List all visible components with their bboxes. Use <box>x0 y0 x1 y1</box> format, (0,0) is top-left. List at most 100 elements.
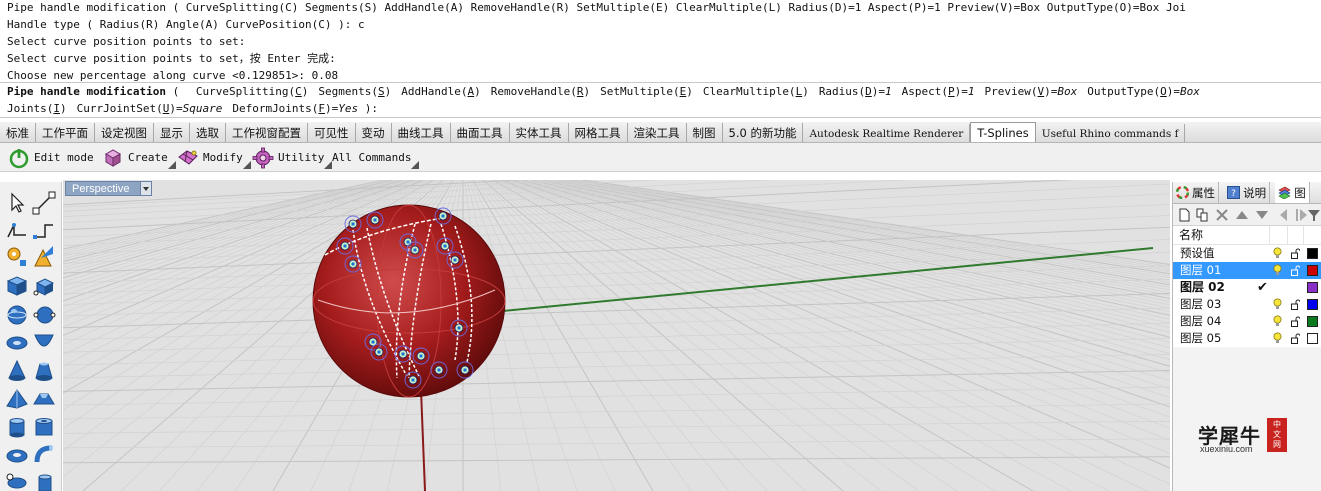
layer-color-swatch[interactable] <box>1307 333 1318 344</box>
torus-edit-icon[interactable] <box>4 469 30 491</box>
move-out-icon[interactable] <box>1277 208 1291 222</box>
tab-0[interactable]: 标准 <box>0 123 36 142</box>
filter-icon[interactable] <box>1307 208 1321 222</box>
layer-row[interactable]: 预设值 <box>1173 245 1321 262</box>
tab-10[interactable]: 实体工具 <box>510 123 569 142</box>
tab-1[interactable]: 工作平面 <box>36 123 95 142</box>
line-icon[interactable] <box>31 217 57 243</box>
pyramid-icon[interactable] <box>4 386 30 412</box>
command-option[interactable]: Radius(D)=1 <box>819 85 892 98</box>
gear-icon <box>252 147 274 168</box>
viewport-menu-arrow-icon[interactable] <box>140 181 152 196</box>
command-option[interactable]: Aspect(P)=1 <box>902 85 975 98</box>
edit-mode-button[interactable]: Edit mode <box>8 145 94 170</box>
paraboloid-icon[interactable] <box>31 329 57 355</box>
move-down-icon[interactable] <box>1255 208 1269 222</box>
utility-button[interactable]: Utility <box>252 145 333 170</box>
command-option[interactable]: CurrJointSet(U)=Square <box>77 102 223 115</box>
command-option[interactable]: DeformJoints(F)=Yes <box>232 102 358 115</box>
visibility-bulb-icon[interactable] <box>1273 247 1282 259</box>
sphere-icon[interactable] <box>4 302 30 328</box>
command-option[interactable]: CurveSplitting(C) <box>196 85 309 98</box>
command-option[interactable]: RemoveHandle(R) <box>491 85 590 98</box>
layer-list-header: 名称 <box>1173 226 1321 245</box>
tab-11[interactable]: 网格工具 <box>569 123 628 142</box>
tab-15[interactable]: Autodesk Realtime Renderer <box>803 124 971 142</box>
tab-3[interactable]: 显示 <box>154 123 190 142</box>
pipe-icon[interactable] <box>31 442 57 468</box>
command-option[interactable]: ClearMultiple(L) <box>703 85 809 98</box>
cylinder-icon[interactable] <box>4 415 30 441</box>
tab-layers[interactable]: 图 <box>1275 182 1310 203</box>
command-option[interactable]: Preview(V)=Box <box>985 85 1078 98</box>
tab-14[interactable]: 5.0 的新功能 <box>723 123 804 142</box>
tab-properties-label: 属性 <box>1192 185 1215 200</box>
tab-6[interactable]: 可见性 <box>308 123 356 142</box>
tab-17[interactable]: Useful Rhino commands f <box>1036 124 1186 142</box>
polyline-icon[interactable] <box>4 217 30 243</box>
layer-row[interactable]: 图层 03 <box>1173 296 1321 313</box>
sphere-edit-icon[interactable] <box>31 302 57 328</box>
all-commands-button[interactable]: All Commands <box>332 145 420 170</box>
edit-points-icon[interactable] <box>31 244 57 270</box>
cylinder-edit-icon[interactable] <box>31 469 57 491</box>
create-button[interactable]: Create <box>102 145 176 170</box>
unlock-icon[interactable] <box>1291 316 1300 327</box>
tab-12[interactable]: 渲染工具 <box>628 123 687 142</box>
unlock-icon[interactable] <box>1291 333 1300 344</box>
tab-help[interactable]: ? 说明 <box>1224 182 1271 203</box>
layer-row[interactable]: 图层 01 <box>1173 262 1321 279</box>
command-option[interactable]: Joints(I) <box>7 102 67 115</box>
viewport-title[interactable]: Perspective <box>65 181 152 196</box>
command-prompt[interactable]: Pipe handle modification ( CurveSplittin… <box>0 82 1321 118</box>
modify-button[interactable]: Modify <box>177 145 251 170</box>
command-option[interactable]: AddHandle(A) <box>401 85 480 98</box>
tube-icon[interactable] <box>31 415 57 441</box>
truncated-pyramid-icon[interactable] <box>31 386 57 412</box>
visibility-bulb-icon[interactable] <box>1273 264 1282 276</box>
column-header-name[interactable]: 名称 <box>1179 228 1203 242</box>
layer-color-swatch[interactable] <box>1307 282 1318 293</box>
move-up-icon[interactable] <box>1235 208 1249 222</box>
layer-row[interactable]: 图层 05 <box>1173 330 1321 347</box>
visibility-bulb-icon[interactable] <box>1273 315 1282 327</box>
tab-properties[interactable]: 属性 <box>1173 182 1219 203</box>
torus-icon[interactable] <box>4 442 30 468</box>
watermark-url: xuexiniu.com <box>1200 444 1253 454</box>
new-layer-icon[interactable] <box>1177 208 1191 222</box>
unlock-icon[interactable] <box>1291 299 1300 310</box>
perspective-viewport[interactable]: Perspective <box>63 180 1170 491</box>
point-icon[interactable] <box>31 190 57 216</box>
layer-row[interactable]: 图层 04 <box>1173 313 1321 330</box>
tab-4[interactable]: 选取 <box>190 123 226 142</box>
layer-color-swatch[interactable] <box>1307 265 1318 276</box>
transform-icon[interactable] <box>4 244 30 270</box>
layer-row[interactable]: 图层 02 ✔ <box>1173 279 1321 296</box>
ellipsoid-icon[interactable] <box>4 329 30 355</box>
box-icon[interactable] <box>4 273 30 299</box>
truncated-cone-icon[interactable] <box>31 358 57 384</box>
layer-color-swatch[interactable] <box>1307 299 1318 310</box>
layer-color-swatch[interactable] <box>1307 248 1318 259</box>
box-edit-icon[interactable] <box>31 273 57 299</box>
command-option[interactable]: OutputType(O)=Box <box>1087 85 1200 98</box>
tab-5[interactable]: 工作视窗配置 <box>226 123 308 142</box>
visibility-bulb-icon[interactable] <box>1273 298 1282 310</box>
command-option[interactable]: SetMultiple(E) <box>600 85 693 98</box>
command-option[interactable]: Segments(S) <box>318 85 391 98</box>
unlock-icon[interactable] <box>1291 265 1300 276</box>
new-sublayer-icon[interactable] <box>1195 208 1209 222</box>
delete-layer-icon[interactable] <box>1215 208 1229 222</box>
cone-icon[interactable] <box>4 358 30 384</box>
select-arrow-icon[interactable] <box>4 190 30 216</box>
visibility-bulb-icon[interactable] <box>1273 332 1282 344</box>
unlock-icon[interactable] <box>1291 248 1300 259</box>
tab-13[interactable]: 制图 <box>687 123 723 142</box>
tab-7[interactable]: 变动 <box>356 123 392 142</box>
tab-2[interactable]: 设定视图 <box>95 123 154 142</box>
tab-16[interactable]: T-Splines <box>970 122 1036 142</box>
tab-8[interactable]: 曲线工具 <box>392 123 451 142</box>
history-line: Select curve position points to set: <box>7 35 246 48</box>
tab-9[interactable]: 曲面工具 <box>451 123 510 142</box>
layer-color-swatch[interactable] <box>1307 316 1318 327</box>
